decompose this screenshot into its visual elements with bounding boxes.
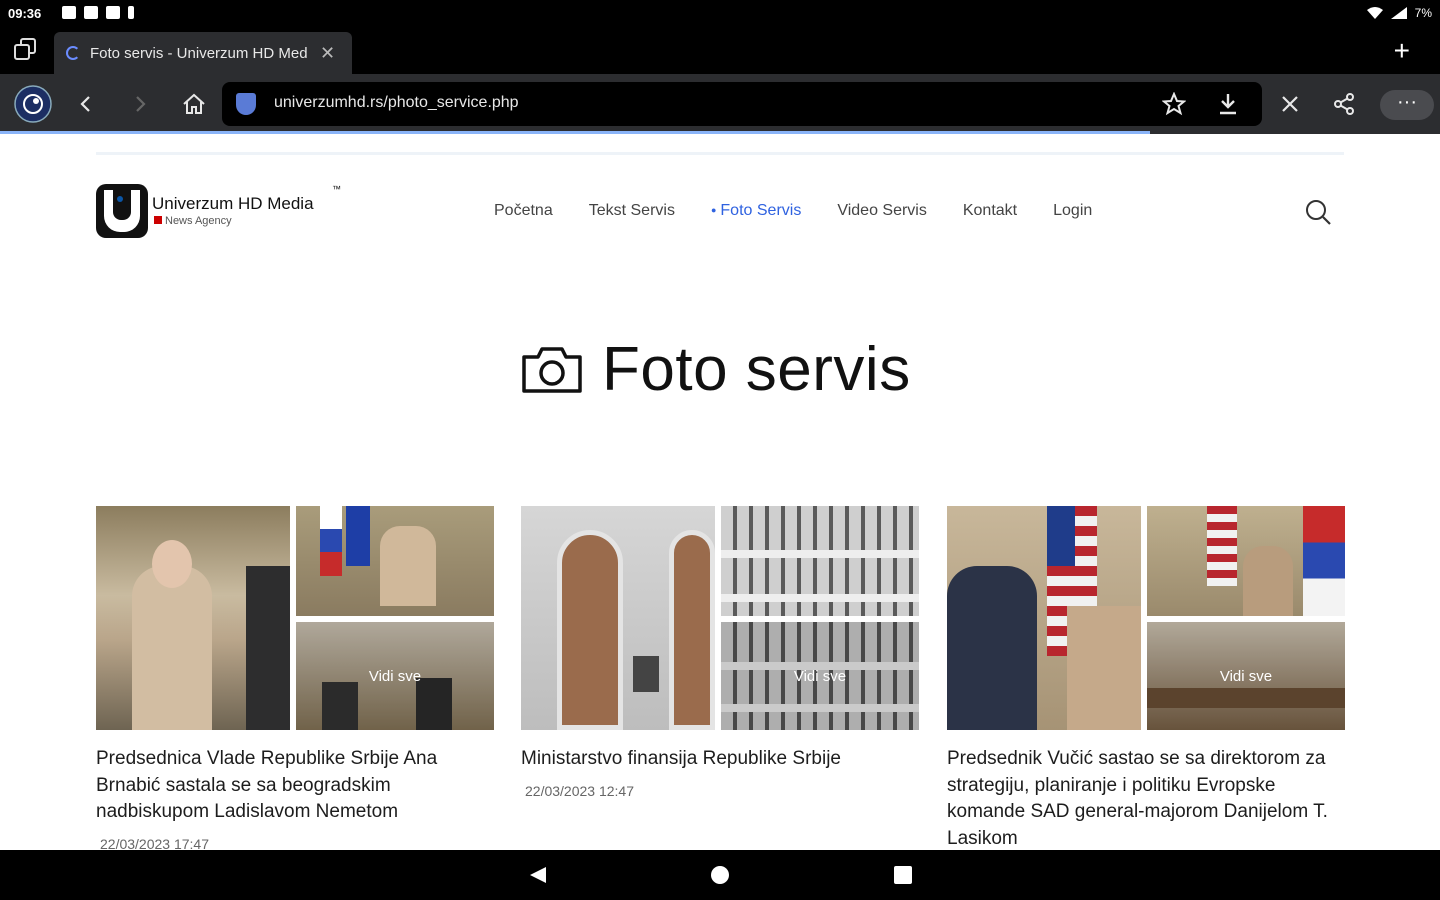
home-icon[interactable] [178,88,210,120]
photo[interactable] [96,506,290,730]
gallery-card[interactable]: Vidi sve Predsednica Vlade Republike Srb… [96,506,494,850]
photo[interactable] [721,506,919,616]
system-nav-bar [0,850,1440,900]
gallery-card[interactable]: Vidi sve Predsednik Vučić sastao se sa d… [947,506,1345,850]
back-icon[interactable] [70,88,102,120]
tab-strip: Foto servis - Univerzum HD Med ✕ + [0,28,1440,74]
nav-home-icon[interactable] [710,865,730,885]
more-menu-icon[interactable]: ··· [1380,90,1434,120]
signal-icon [1390,7,1407,19]
tab-switcher-icon[interactable] [14,38,42,64]
notification-icon [62,6,76,19]
site-logo[interactable]: Univerzum HD Media News Agency ™ [96,184,356,240]
tab-close-icon[interactable]: ✕ [320,43,335,64]
photo[interactable] [947,506,1141,730]
address-bar[interactable]: univerzumhd.rs/photo_service.php [222,82,1262,126]
view-all-overlay[interactable]: Vidi sve [1147,622,1345,730]
status-time: 09:36 [8,6,42,21]
card-date: 22/03/2023 17:47 [100,835,209,851]
notification-icons [62,6,134,19]
main-nav: Početna Tekst Servis Foto Servis Video S… [494,202,1092,220]
divider [96,152,1344,155]
browser-toolbar: univerzumhd.rs/photo_service.php ··· [0,74,1440,134]
nav-back-icon[interactable] [528,865,548,885]
tab-title: Foto servis - Univerzum HD Med [90,44,308,62]
status-bar: 09:36 7% [0,0,1440,28]
nav-item-tekst-servis[interactable]: Tekst Servis [589,202,675,220]
photo[interactable] [1147,506,1345,616]
logo-mark [96,184,148,238]
nav-item-kontakt[interactable]: Kontakt [963,202,1017,220]
gallery-card[interactable]: Vidi sve Ministarstvo finansija Republik… [521,506,919,799]
shield-icon[interactable] [236,93,256,115]
nav-item-login[interactable]: Login [1053,202,1092,220]
forward-icon[interactable] [124,88,156,120]
logo-tagline: News Agency [154,215,232,227]
photo-collage[interactable]: Vidi sve [947,506,1345,730]
photo-collage[interactable]: Vidi sve [521,506,919,730]
notification-icon [106,6,120,19]
notification-icon [84,6,98,19]
card-title[interactable]: Predsednik Vučić sastao se sa direktorom… [947,746,1345,850]
share-icon[interactable] [1328,88,1360,120]
nav-item-pocetna[interactable]: Početna [494,202,553,220]
photo-collage[interactable]: Vidi sve [96,506,494,730]
nav-recents-icon[interactable] [893,865,913,885]
web-page: Univerzum HD Media News Agency ™ Početna… [0,134,1440,850]
stop-loading-icon[interactable] [1274,88,1306,120]
page-heading: Foto servis [520,334,911,405]
battery-level: 7% [1414,6,1432,20]
page-title: Foto servis [602,335,911,404]
wifi-icon [1366,7,1383,19]
logo-name: Univerzum HD Media [152,194,314,213]
url-text: univerzumhd.rs/photo_service.php [274,94,519,111]
loading-icon [66,46,80,60]
card-date: 22/03/2023 12:47 [525,782,634,799]
camera-icon [522,346,582,393]
search-icon[interactable] [1304,198,1332,226]
nav-item-video-servis[interactable]: Video Servis [837,202,927,220]
new-tab-icon[interactable]: + [1394,37,1410,65]
logo-trademark: ™ [332,184,341,194]
photo[interactable] [296,506,494,616]
notification-icon [128,6,134,19]
photo[interactable] [521,506,715,730]
view-all-overlay[interactable]: Vidi sve [296,622,494,730]
system-icons: 7% [1366,6,1432,20]
browser-tab[interactable]: Foto servis - Univerzum HD Med ✕ [54,32,352,74]
view-all-overlay[interactable]: Vidi sve [721,622,919,730]
download-icon[interactable] [1212,88,1244,120]
bookmark-star-icon[interactable] [1158,88,1190,120]
card-title[interactable]: Ministarstvo finansija Republike Srbije [521,746,919,773]
nav-item-foto-servis[interactable]: Foto Servis [711,202,801,220]
profile-avatar[interactable] [14,85,52,123]
card-title[interactable]: Predsednica Vlade Republike Srbije Ana B… [96,746,494,826]
